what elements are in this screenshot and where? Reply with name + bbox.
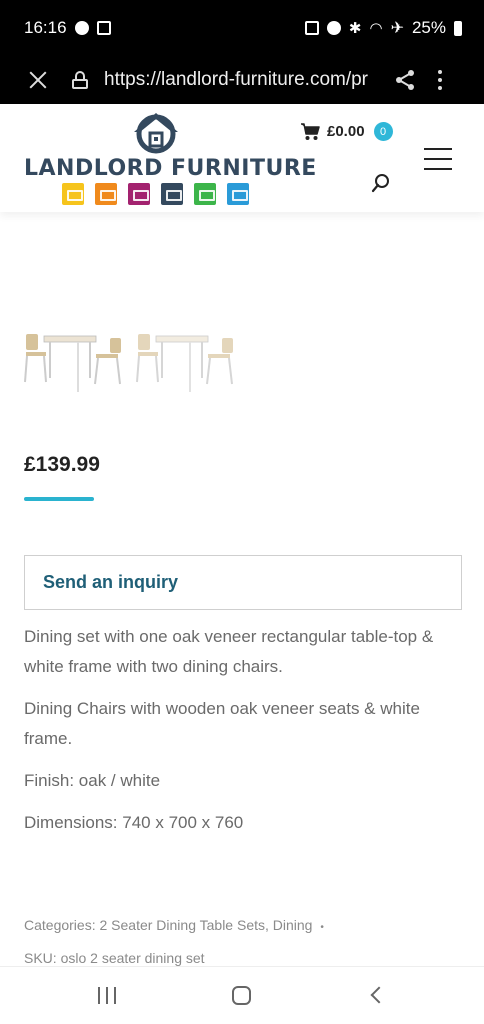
status-time: 16:16	[24, 18, 67, 37]
status-bar: 16:16 ✱ ◠ ✈ 25%	[0, 0, 484, 56]
close-tab-icon[interactable]	[26, 68, 50, 92]
categories-links[interactable]: 2 Seater Dining Table Sets, Dining	[99, 917, 312, 933]
brand-tiles	[62, 183, 249, 205]
home-icon[interactable]	[232, 986, 251, 1005]
more-options-icon[interactable]	[438, 70, 442, 90]
categories-label: Categories:	[24, 917, 96, 933]
sku-value: oslo 2 seater dining set	[60, 950, 205, 966]
description-paragraph-1: Dining set with one oak veneer rectangul…	[24, 627, 434, 676]
product-categories: Categories: 2 Seater Dining Table Sets, …	[24, 917, 324, 933]
cart-count-badge: 0	[373, 122, 393, 141]
menu-icon[interactable]	[424, 148, 452, 170]
dimensions-text: Dimensions: 740 x 700 x 760	[24, 813, 244, 832]
back-icon[interactable]	[370, 986, 388, 1004]
search-icon[interactable]	[371, 173, 391, 193]
brand-tile-3	[128, 183, 150, 205]
cart-link[interactable]: £0.00 0	[300, 122, 393, 141]
wifi-icon: ◠	[369, 20, 383, 37]
share-icon[interactable]	[394, 69, 416, 91]
description-paragraph-2: Dining Chairs with wooden oak veneer sea…	[24, 699, 420, 748]
alarm-icon	[326, 21, 341, 35]
product-thumbnail-2[interactable]	[134, 326, 238, 396]
lock-icon[interactable]	[72, 71, 88, 89]
brand-tile-2	[95, 183, 117, 205]
cart-icon	[301, 122, 320, 140]
finish-text: Finish: oak / white	[24, 771, 161, 790]
site-header: LANDLORD FURNITURE £0.00 0	[0, 104, 484, 212]
bluetooth-icon: ✱	[348, 20, 362, 37]
send-inquiry-button[interactable]: Send an inquiry	[24, 555, 462, 610]
brand-tile-4	[161, 183, 183, 205]
recent-apps-icon[interactable]	[98, 987, 116, 1004]
browser-url-bar: https://landlord-furniture.com/pr	[0, 56, 484, 104]
battery-level: 25%	[411, 18, 446, 37]
brand-tile-1	[62, 183, 84, 205]
battery-icon	[454, 20, 462, 36]
price-divider	[24, 497, 94, 501]
product-sku: SKU: oslo 2 seater dining set	[24, 950, 205, 966]
brand-tile-5	[194, 183, 216, 205]
airplane-icon: ✈	[390, 20, 404, 37]
product-thumbnail-1[interactable]	[22, 326, 126, 396]
facebook-notification-icon	[74, 21, 89, 35]
lock-alarm-icon	[304, 21, 319, 35]
house-logo-icon[interactable]	[130, 110, 182, 154]
sku-label: SKU:	[24, 950, 57, 966]
url-field[interactable]: https://landlord-furniture.com/pr	[104, 69, 376, 91]
gallery-notification-icon	[96, 21, 111, 35]
product-price: £139.99	[24, 453, 100, 476]
system-navigation-bar	[0, 966, 484, 1024]
brand-name[interactable]: LANDLORD FURNITURE	[24, 156, 317, 181]
meta-separator: •	[320, 922, 324, 933]
brand-tile-6	[227, 183, 249, 205]
cart-amount: £0.00	[327, 123, 365, 140]
